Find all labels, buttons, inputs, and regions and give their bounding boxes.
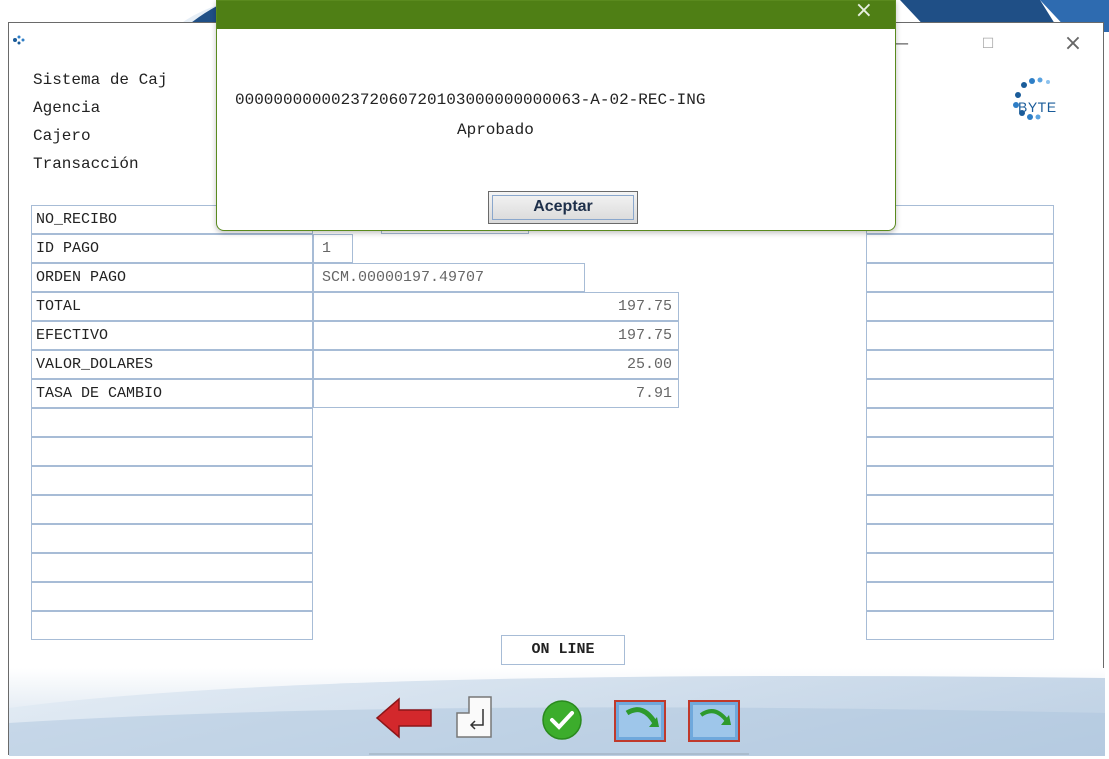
field-label: TOTAL [31, 292, 313, 321]
app-logo-icon [13, 35, 25, 45]
right-column-cell [866, 553, 1054, 582]
empty-field-cell [31, 524, 313, 553]
empty-field-cell [31, 582, 313, 611]
field-value[interactable]: 1 [313, 234, 353, 263]
right-column-cell [866, 292, 1054, 321]
agency-label: Agencia [33, 99, 101, 117]
dialog-title-bar: × [217, 0, 895, 29]
approval-dialog: × 000000000002372060720103000000000063-A… [216, 0, 896, 231]
right-column-cell [866, 263, 1054, 292]
dialog-message: 000000000002372060720103000000000063-A-0… [235, 91, 706, 109]
dialog-close-button[interactable]: × [855, 0, 873, 23]
close-window-button[interactable]: × [1058, 31, 1088, 57]
field-label: VALOR_DOLARES [31, 350, 313, 379]
print-icon[interactable] [687, 693, 743, 743]
byte-logo-text: BYTE [1018, 99, 1057, 115]
screen: — ☐ × Sistema de Caj Agencia Cajero Tran… [0, 0, 1109, 759]
online-status: ON LINE [501, 635, 625, 665]
field-label: EFECTIVO [31, 321, 313, 350]
right-column-cell [866, 379, 1054, 408]
empty-field-cell [31, 466, 313, 495]
back-arrow-icon[interactable] [375, 697, 433, 739]
right-column-cell [866, 321, 1054, 350]
confirm-check-icon[interactable] [541, 699, 583, 741]
right-column-cell [866, 350, 1054, 379]
empty-field-cell [31, 553, 313, 582]
right-column-cell [866, 437, 1054, 466]
cashier-label: Cajero [33, 127, 91, 145]
dialog-status: Aprobado [457, 121, 534, 139]
accept-button[interactable]: Aceptar [488, 191, 638, 224]
right-column-cell [866, 234, 1054, 263]
right-column-cell [866, 582, 1054, 611]
field-label: ID PAGO [31, 234, 313, 263]
empty-field-cell [31, 408, 313, 437]
field-value[interactable]: 197.75 [313, 321, 679, 350]
maximize-button[interactable]: ☐ [973, 31, 1003, 57]
field-label: TASA DE CAMBIO [31, 379, 313, 408]
empty-field-cell [31, 495, 313, 524]
accept-button-focus-ring [492, 195, 634, 220]
system-title: Sistema de Caj [33, 71, 168, 89]
empty-field-cell [31, 611, 313, 640]
field-value[interactable]: 25.00 [313, 350, 679, 379]
right-column-cell [866, 495, 1054, 524]
print-green-arrow-icon[interactable] [613, 693, 669, 743]
field-value[interactable]: 7.91 [313, 379, 679, 408]
right-column-cell [866, 524, 1054, 553]
field-label: ORDEN PAGO [31, 263, 313, 292]
right-column-cell [866, 611, 1054, 640]
field-value[interactable]: 197.75 [313, 292, 679, 321]
transaction-label: Transacción [33, 155, 139, 173]
empty-field-cell [31, 437, 313, 466]
right-column-cell [866, 466, 1054, 495]
right-column-cell [866, 408, 1054, 437]
enter-key-icon[interactable] [455, 695, 493, 739]
field-value[interactable]: SCM.00000197.49707 [313, 263, 585, 292]
